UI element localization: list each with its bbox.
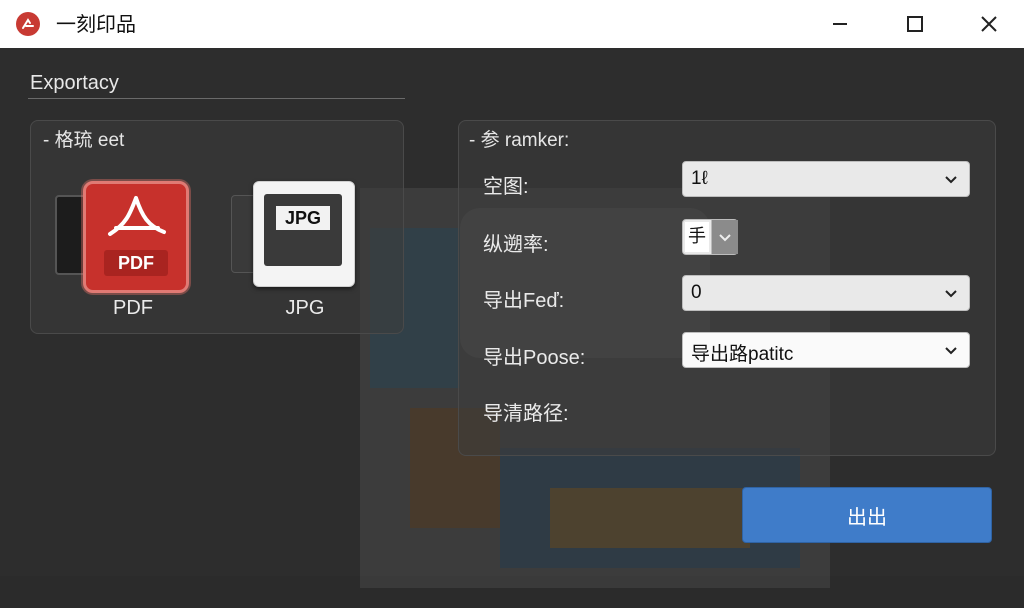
format-label-jpg: JPG — [285, 297, 325, 319]
pdf-icon: PDF — [83, 181, 189, 293]
size-label: 空图: — [483, 176, 529, 198]
close-button[interactable] — [952, 0, 1024, 48]
window-title: 一刻印品 — [56, 12, 136, 36]
format-option-pdf[interactable]: PDF — [53, 181, 193, 301]
export-pose-select[interactable]: 导出路patitc — [682, 332, 970, 368]
export-fee-select[interactable]: 0 — [682, 275, 970, 311]
pdf-icon-text: PDF — [104, 250, 168, 276]
minimize-icon — [833, 23, 847, 25]
export-fee-label: 导出Feď: — [483, 290, 565, 312]
dialog-content: Exportacy - 格琉 eet PDF PDF JPG JPG - 参 r… — [0, 48, 1024, 588]
jpg-icon-text: JPG — [276, 206, 330, 230]
section-divider — [28, 98, 405, 99]
app-logo-icon — [16, 12, 40, 36]
resolution-stepper[interactable]: 手 — [682, 219, 738, 255]
maximize-icon — [907, 16, 923, 32]
title-bar: 一刻印品 — [0, 0, 1024, 49]
format-panel: - 格琉 eet PDF PDF JPG JPG — [30, 120, 404, 334]
jpg-icon: JPG — [253, 181, 355, 287]
format-label-pdf: PDF — [113, 297, 153, 319]
chevron-down-icon — [945, 176, 957, 184]
chevron-down-icon — [945, 290, 957, 298]
resolution-label: 纵遡率: — [483, 234, 549, 256]
minimize-button[interactable] — [803, 0, 877, 48]
export-button[interactable]: 出出 — [742, 487, 992, 543]
size-value: 1ℓ — [691, 168, 708, 189]
export-pose-value: 导出路patitc — [691, 344, 794, 365]
close-icon — [981, 16, 997, 32]
path-label: 导清路径: — [483, 403, 569, 425]
parameters-panel-legend: - 参 ramker: — [469, 130, 570, 151]
resolution-value: 手 — [685, 222, 709, 252]
chevron-down-icon — [945, 347, 957, 355]
chevron-down-icon — [719, 234, 731, 242]
size-select[interactable]: 1ℓ — [682, 161, 970, 197]
export-pose-label: 导出Poose: — [483, 347, 586, 369]
section-title: Exportacy — [30, 72, 119, 94]
export-fee-value: 0 — [691, 282, 702, 303]
format-option-jpg[interactable]: JPG — [231, 181, 371, 301]
format-panel-legend: - 格琉 eet — [43, 130, 125, 151]
maximize-button[interactable] — [878, 0, 952, 48]
resolution-dropdown-toggle[interactable] — [711, 220, 738, 254]
